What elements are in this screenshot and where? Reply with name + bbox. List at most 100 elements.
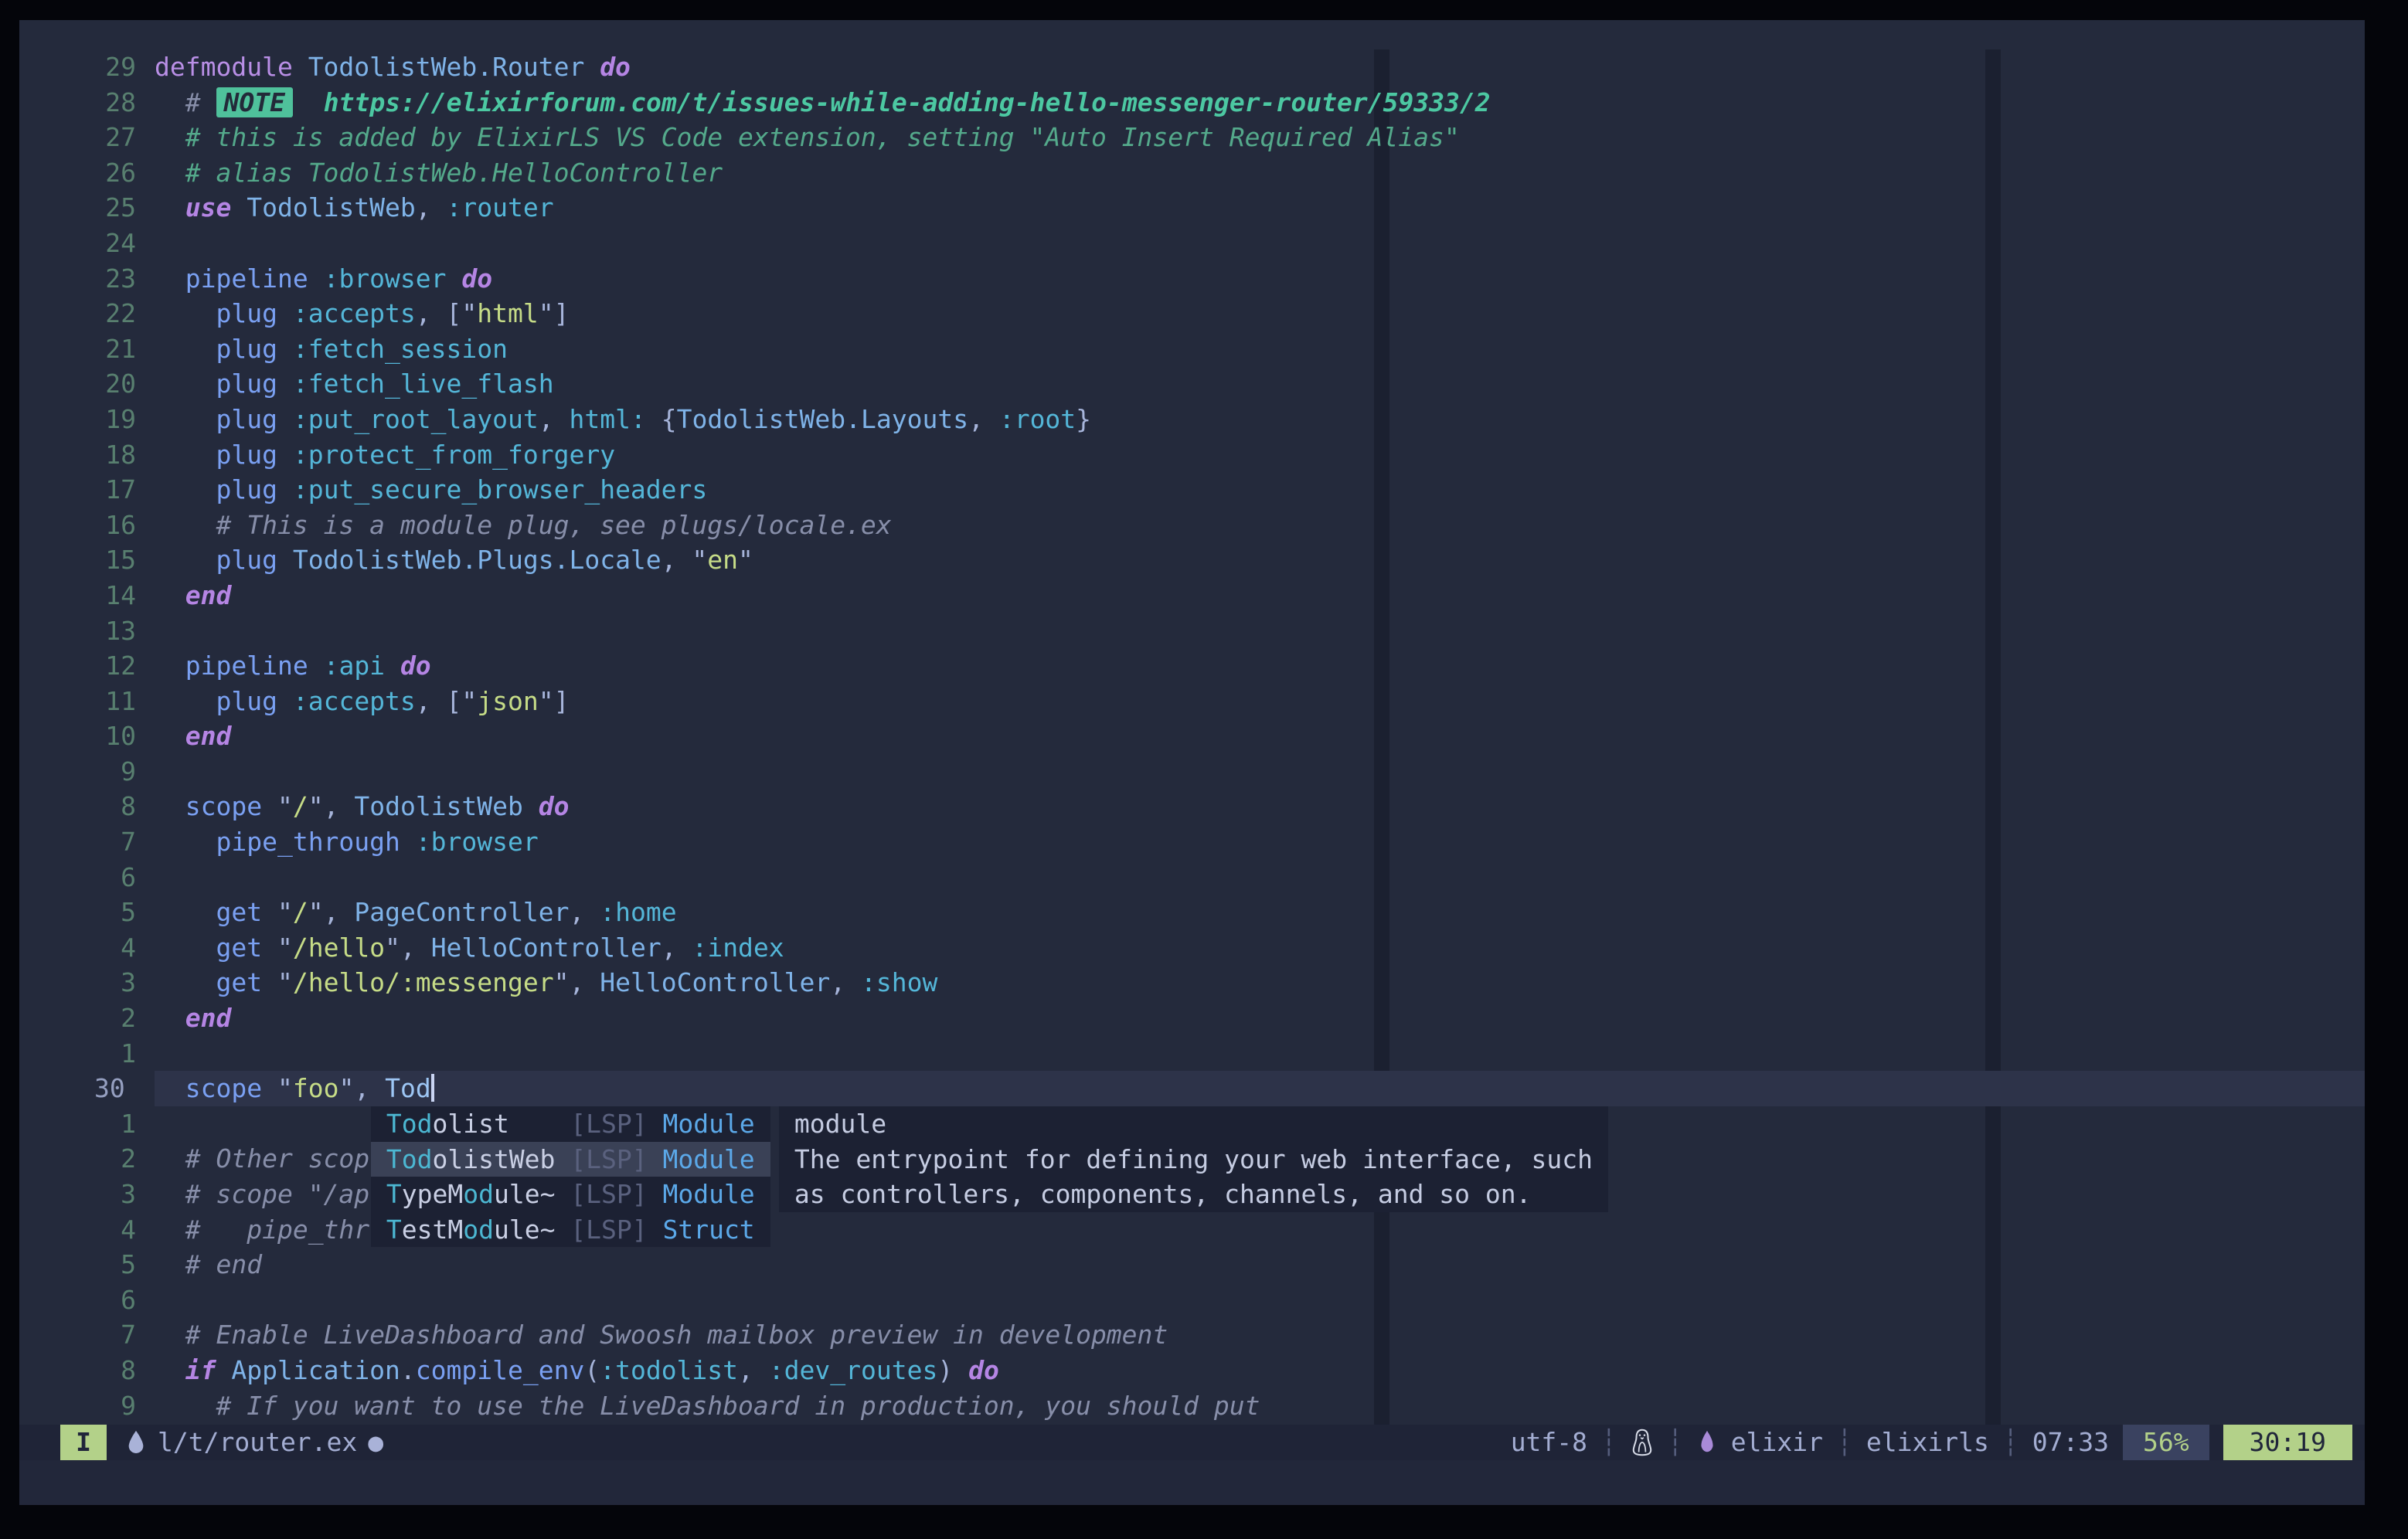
line-number: 7: [19, 1317, 136, 1353]
completion-item[interactable]: Todolist [LSP] Module: [371, 1106, 770, 1142]
linux-penguin-icon: [1631, 1429, 1654, 1456]
code-line[interactable]: 4 get "/hello", HelloController, :index: [19, 930, 2365, 966]
code-line[interactable]: 5 # end: [19, 1247, 2365, 1282]
completion-label: TypeModule~: [386, 1177, 556, 1212]
code-line[interactable]: 18 plug :protect_from_forgery: [19, 437, 2365, 473]
code-text: defmodule TodolistWeb.Router do: [155, 49, 631, 85]
code-text: plug :accepts, ["json"]: [155, 684, 570, 719]
code-line-current[interactable]: 30 scope "foo", Tod: [19, 1071, 2365, 1106]
code-line[interactable]: 12 pipeline :api do: [19, 648, 2365, 684]
line-number: 2: [19, 1001, 136, 1036]
line-number: 3: [19, 965, 136, 1001]
code-line[interactable]: 24: [19, 226, 2365, 261]
doc-line: module: [794, 1106, 1593, 1142]
line-number: 3: [19, 1177, 136, 1212]
code-line[interactable]: 29 defmodule TodolistWeb.Router do: [19, 49, 2365, 85]
line-number: 17: [19, 472, 136, 508]
code-line[interactable]: 8 scope "/", TodolistWeb do: [19, 789, 2365, 824]
code-line[interactable]: 23 pipeline :browser do: [19, 261, 2365, 297]
line-number: 4: [19, 930, 136, 966]
terminal-window[interactable]: 29defmodule TodolistWeb.Router do28 # NO…: [19, 20, 2365, 1505]
code-text: plug :fetch_session: [155, 331, 508, 367]
code-line[interactable]: 26 # alias TodolistWeb.HelloController: [19, 155, 2365, 191]
code-line[interactable]: 15 plug TodolistWeb.Plugs.Locale, "en": [19, 542, 2365, 578]
code-line[interactable]: 7 # Enable LiveDashboard and Swoosh mail…: [19, 1317, 2365, 1353]
line-number: 10: [19, 719, 136, 754]
line-number: 27: [19, 120, 136, 155]
doc-line: The entrypoint for defining your web int…: [794, 1142, 1593, 1177]
completion-label: Todolist: [386, 1106, 556, 1142]
code-line[interactable]: 20 plug :fetch_live_flash: [19, 366, 2365, 402]
code-line[interactable]: 8 if Application.compile_env(:todolist, …: [19, 1353, 2365, 1388]
code-line[interactable]: 22 plug :accepts, ["html"]: [19, 296, 2365, 331]
doc-line: as controllers, components, channels, an…: [794, 1177, 1593, 1212]
code-line[interactable]: 17 plug :put_secure_browser_headers: [19, 472, 2365, 508]
lsp-label: elixirls: [1866, 1425, 1989, 1460]
line-number: 9: [19, 754, 136, 790]
code-line[interactable]: 9 # If you want to use the LiveDashboard…: [19, 1388, 2365, 1424]
code-line[interactable]: 28 # NOTE https://elixirforum.com/t/issu…: [19, 85, 2365, 121]
code-line[interactable]: 19 plug :put_root_layout, html: {Todolis…: [19, 402, 2365, 437]
code-text: get "/hello", HelloController, :index: [155, 930, 784, 966]
clock-label: 07:33: [2032, 1425, 2109, 1460]
code-text: # This is a module plug, see plugs/local…: [155, 508, 892, 543]
code-line[interactable]: 11 plug :accepts, ["json"]: [19, 684, 2365, 719]
line-number: 8: [19, 789, 136, 824]
code-line[interactable]: 9: [19, 754, 2365, 790]
code-text: end: [155, 578, 231, 613]
line-number: 5: [19, 895, 136, 930]
scroll-percent: 56%: [2123, 1425, 2209, 1460]
completion-source: [LSP]: [555, 1215, 662, 1245]
code-line[interactable]: 13: [19, 613, 2365, 649]
completion-item[interactable]: TypeModule~ [LSP] Module: [371, 1177, 770, 1212]
code-line[interactable]: 1: [19, 1036, 2365, 1072]
code-text: # scope "/ap: [155, 1177, 369, 1212]
code-text: # NOTE https://elixirforum.com/t/issues-…: [155, 85, 1491, 121]
completion-kind: Struct: [662, 1212, 754, 1248]
code-text: pipeline :browser do: [155, 261, 492, 297]
code-line[interactable]: 21 plug :fetch_session: [19, 331, 2365, 367]
code-text: pipeline :api do: [155, 648, 431, 684]
line-number: 1: [19, 1106, 136, 1142]
code-line[interactable]: 27 # this is added by ElixirLS VS Code e…: [19, 120, 2365, 155]
line-number: 20: [19, 366, 136, 402]
droplet-icon: [125, 1429, 147, 1456]
line-number: 6: [19, 860, 136, 895]
code-text: scope "/", TodolistWeb do: [155, 789, 570, 824]
command-line[interactable]: [19, 1460, 2365, 1505]
code-line[interactable]: 10 end: [19, 719, 2365, 754]
code-line[interactable]: 3 get "/hello/:messenger", HelloControll…: [19, 965, 2365, 1001]
code-text: # pipe_thr: [155, 1212, 369, 1248]
code-line[interactable]: 7 pipe_through :browser: [19, 824, 2365, 860]
code-text: # Enable LiveDashboard and Swoosh mailbo…: [155, 1317, 1168, 1353]
line-number: 21: [19, 331, 136, 367]
file-block: l/t/router.ex ●: [125, 1425, 383, 1460]
code-text: # alias TodolistWeb.HelloController: [155, 155, 723, 191]
code-text: # If you want to use the LiveDashboard i…: [155, 1388, 1260, 1424]
code-line[interactable]: 14 end: [19, 578, 2365, 613]
completion-source: [LSP]: [555, 1109, 662, 1139]
completion-item[interactable]: TodolistWeb [LSP] Module: [371, 1142, 770, 1177]
code-text: # this is added by ElixirLS VS Code exte…: [155, 120, 1460, 155]
line-number: 1: [19, 1036, 136, 1072]
code-line[interactable]: 6: [19, 1282, 2365, 1318]
code-text: plug :put_secure_browser_headers: [155, 472, 707, 508]
completion-item[interactable]: TestModule~ [LSP] Struct: [371, 1212, 770, 1248]
completion-source: [LSP]: [555, 1179, 662, 1209]
code-text: use TodolistWeb, :router: [155, 190, 554, 226]
code-text: plug TodolistWeb.Plugs.Locale, "en": [155, 542, 753, 578]
code-line[interactable]: 25 use TodolistWeb, :router: [19, 190, 2365, 226]
language-label: elixir: [1731, 1425, 1823, 1460]
line-number: 29: [19, 49, 136, 85]
line-number: 16: [19, 508, 136, 543]
code-line[interactable]: 5 get "/", PageController, :home: [19, 895, 2365, 930]
line-number: 5: [19, 1247, 136, 1282]
cursor-location: 30:19: [2223, 1425, 2352, 1460]
code-line[interactable]: 2 end: [19, 1001, 2365, 1036]
line-number: 26: [19, 155, 136, 191]
completion-menu[interactable]: Todolist [LSP] ModuleTodolistWeb [LSP] M…: [371, 1106, 770, 1247]
line-number: 2: [19, 1141, 136, 1177]
code-line[interactable]: 6: [19, 860, 2365, 895]
code-text: if Application.compile_env(:todolist, :d…: [155, 1353, 999, 1388]
code-line[interactable]: 16 # This is a module plug, see plugs/lo…: [19, 508, 2365, 543]
